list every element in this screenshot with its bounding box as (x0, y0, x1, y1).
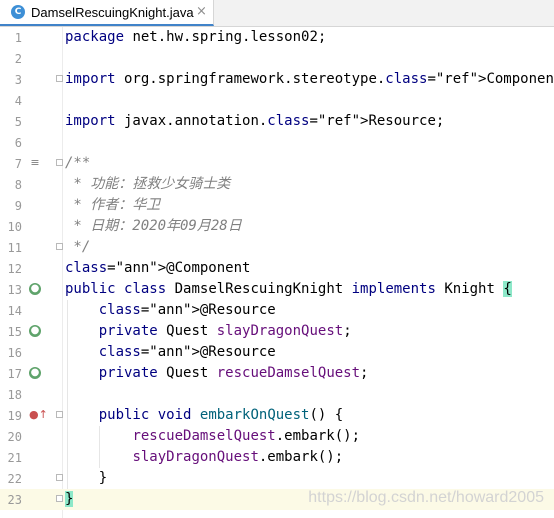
indent-guide (99, 426, 100, 468)
code-line[interactable]: 2 (0, 48, 554, 69)
line-number: 4 (14, 94, 22, 108)
fold-marker-icon[interactable] (56, 159, 63, 166)
code-text: * 功能：拯救少女骑士类 (65, 176, 231, 192)
line-number: 20 (7, 430, 22, 444)
code-text: rescueDamselQuest.embark(); (132, 428, 361, 444)
fold-marker-icon[interactable] (56, 474, 63, 481)
code-editor[interactable]: 1 package net.hw.spring.lesson02; 2 3 import… (0, 27, 554, 518)
watermark: https://blog.csdn.net/howard2005 (308, 489, 544, 506)
code-line[interactable]: 14 class="ann">@Resource (0, 300, 554, 321)
fold-marker-icon[interactable] (56, 243, 63, 250)
line-number: 6 (14, 136, 22, 150)
code-line[interactable]: 15 ● private Quest slayDragonQuest; (0, 321, 554, 342)
code-text: class="ann">@Component (65, 260, 251, 276)
code-text: class="ann">@Resource (98, 302, 276, 318)
line-number: 11 (7, 241, 22, 255)
code-text: package net.hw.spring.lesson02; (65, 29, 327, 45)
fold-marker-icon[interactable] (56, 75, 63, 82)
code-line[interactable]: 3 import org.springframework.stereotype.c… (0, 69, 554, 90)
line-number: 17 (7, 367, 22, 381)
file-tab[interactable]: C DamselRescuingKnight.java × (0, 0, 214, 26)
code-line[interactable]: 11 */ (0, 237, 554, 258)
code-text: import org.springframework.stereotype.cl… (65, 71, 554, 87)
code-line[interactable]: 4 (0, 90, 554, 111)
line-number: 7 (14, 157, 22, 171)
code-line[interactable]: 22 } (0, 468, 554, 489)
line-number: 14 (7, 304, 22, 318)
code-text: */ (65, 239, 91, 255)
code-line[interactable]: 21 slayDragonQuest.embark(); (0, 447, 554, 468)
code-line[interactable]: 20 rescueDamselQuest.embark(); (0, 426, 554, 447)
java-class-icon: C (11, 5, 25, 19)
code-text: * 作者：华卫 (65, 197, 161, 213)
line-number: 2 (14, 52, 22, 66)
implements-method-icon[interactable]: ●↑ (29, 409, 48, 421)
line-number: 21 (7, 451, 22, 465)
line-number: 5 (14, 115, 22, 129)
code-line[interactable]: 19 ●↑ public void embarkOnQuest() { (0, 405, 554, 426)
code-line[interactable]: 18 (0, 384, 554, 405)
line-number: 16 (7, 346, 22, 360)
spring-bean-icon[interactable]: ● (29, 283, 41, 295)
line-number: 8 (14, 178, 22, 192)
line-number: 13 (7, 283, 22, 297)
code-text: } (65, 491, 74, 507)
line-number: 18 (7, 388, 22, 402)
file-tab-label: DamselRescuingKnight.java (31, 5, 194, 20)
line-number: 23 (7, 493, 22, 507)
code-text: } (65, 470, 108, 486)
code-text: public class DamselRescuingKnight implem… (65, 281, 512, 297)
code-text: slayDragonQuest.embark(); (132, 449, 344, 465)
code-text: private Quest slayDragonQuest; (98, 323, 352, 339)
line-number: 19 (7, 409, 22, 423)
close-icon[interactable]: × (196, 4, 207, 19)
indent-guide (67, 300, 68, 489)
code-text: /** (65, 155, 91, 171)
code-line[interactable]: 6 (0, 132, 554, 153)
code-line[interactable]: 17 ● private Quest rescueDamselQuest; (0, 363, 554, 384)
code-line[interactable]: 5 import javax.annotation.class="ref">Res… (0, 111, 554, 132)
code-text: public void embarkOnQuest() { (98, 407, 344, 423)
editor-tab-bar: C DamselRescuingKnight.java × (0, 0, 554, 27)
fold-marker-icon[interactable] (56, 411, 63, 418)
code-line[interactable]: 7 ≡ /** (0, 153, 554, 174)
code-line[interactable]: 12 class="ann">@Component (0, 258, 554, 279)
line-number: 1 (14, 31, 22, 45)
spring-bean-icon[interactable]: ● (29, 325, 41, 337)
code-text: class="ann">@Resource (98, 344, 276, 360)
code-line[interactable]: 13 ● public class DamselRescuingKnight imp… (0, 279, 554, 300)
line-number: 12 (7, 262, 22, 276)
code-line[interactable]: 1 package net.hw.spring.lesson02; (0, 27, 554, 48)
line-number: 10 (7, 220, 22, 234)
line-number: 9 (14, 199, 22, 213)
code-line[interactable]: 9 * 作者：华卫 (0, 195, 554, 216)
line-number: 22 (7, 472, 22, 486)
line-number: 15 (7, 325, 22, 339)
code-text: * 日期：2020年09月28日 (65, 218, 242, 234)
code-line[interactable]: 10 * 日期：2020年09月28日 (0, 216, 554, 237)
line-number: 3 (14, 73, 22, 87)
code-line[interactable]: 16 class="ann">@Resource (0, 342, 554, 363)
code-text: import javax.annotation.class="ref">Reso… (65, 113, 445, 129)
fold-marker-icon[interactable] (56, 495, 63, 502)
code-line[interactable]: 8 * 功能：拯救少女骑士类 (0, 174, 554, 195)
structure-icon[interactable]: ≡ (29, 157, 41, 169)
code-text: private Quest rescueDamselQuest; (98, 365, 369, 381)
spring-bean-icon[interactable]: ● (29, 367, 41, 379)
